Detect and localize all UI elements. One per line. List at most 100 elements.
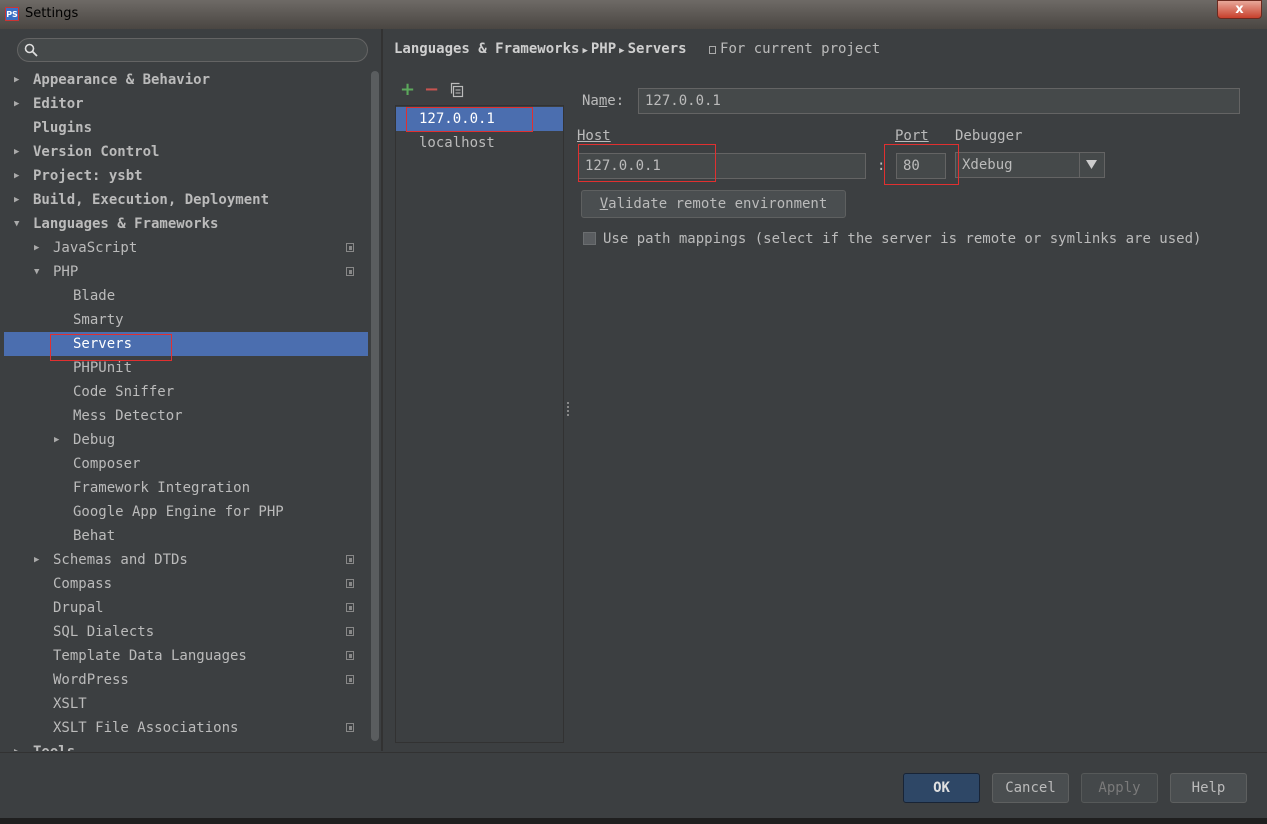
port-field[interactable]: 80 (896, 153, 946, 179)
tree-item-label: Compass (53, 576, 113, 592)
help-button[interactable]: Help (1170, 773, 1247, 803)
path-mappings-label: Use path mappings (select if the server … (603, 231, 1202, 247)
server-name: localhost (419, 135, 495, 151)
tree-item-label: SQL Dialects (53, 624, 155, 640)
chevron-right-icon[interactable]: ▶ (54, 428, 59, 452)
tree-item-label: Schemas and DTDs (53, 552, 188, 568)
tree-item[interactable]: ▼ PHP (4, 260, 368, 284)
apply-button[interactable]: Apply (1081, 773, 1158, 803)
ok-button[interactable]: OK (903, 773, 980, 803)
tree-item-label: Debug (73, 432, 116, 448)
tree-item-label: Editor (33, 96, 84, 112)
dropdown-button[interactable] (1079, 153, 1104, 177)
debugger-label: Debugger (955, 128, 1023, 144)
name-label: Name: (582, 93, 625, 109)
project-scope-icon (346, 243, 354, 252)
breadcrumb: Languages & Frameworks ▶ PHP ▶ Servers For c… (394, 40, 880, 60)
tree-item[interactable]: PHPUnit (4, 356, 368, 380)
tree-item[interactable]: Framework Integration (4, 476, 368, 500)
tree-item[interactable]: XSLT File Associations (4, 716, 368, 740)
tree-item[interactable]: ▶ JavaScript (4, 236, 368, 260)
tree-item-label: PHPUnit (73, 360, 133, 376)
host-field[interactable]: 127.0.0.1 (578, 153, 866, 179)
chevron-right-icon[interactable]: ▶ (34, 236, 39, 260)
breadcrumb-separator: ▶ (619, 46, 625, 56)
tree-item[interactable]: XSLT (4, 692, 368, 716)
tree-item[interactable]: ▶ Build, Execution, Deployment (4, 188, 368, 212)
tree-item-label: Composer (73, 456, 141, 472)
chevron-right-icon[interactable]: ▶ (14, 92, 19, 116)
tree-item-label: Code Sniffer (73, 384, 175, 400)
validate-remote-environment-button[interactable]: Validate remote environment (581, 190, 846, 218)
tree-item[interactable]: Composer (4, 452, 368, 476)
tree-item[interactable]: ▶ Version Control (4, 140, 368, 164)
project-scope-label: For current project (720, 41, 881, 57)
breadcrumb-separator: ▶ (582, 46, 588, 56)
tree-item[interactable]: Drupal (4, 596, 368, 620)
tree-item[interactable]: Template Data Languages (4, 644, 368, 668)
add-server-button[interactable]: + (400, 81, 415, 99)
tree-item-label: Behat (73, 528, 116, 544)
project-scope-icon (346, 723, 354, 732)
remove-server-button[interactable]: − (424, 81, 439, 99)
tree-item-label: Appearance & Behavior (33, 72, 211, 88)
tree-item[interactable]: SQL Dialects (4, 620, 368, 644)
list-resize-handle[interactable] (566, 402, 570, 418)
name-field[interactable]: 127.0.0.1 (638, 88, 1240, 114)
port-label: Port (895, 128, 929, 144)
tree-item-label: Google App Engine for PHP (73, 504, 284, 520)
debugger-select[interactable]: Xdebug (955, 152, 1105, 178)
chevron-down-icon[interactable]: ▼ (14, 212, 19, 236)
tree-item[interactable]: ▶ Project: ysbt (4, 164, 368, 188)
chevron-right-icon[interactable]: ▶ (14, 140, 19, 164)
host-port-colon: : (877, 158, 886, 174)
tree-item[interactable]: Plugins (4, 116, 368, 140)
server-list-item[interactable]: localhost (396, 131, 563, 155)
path-mappings-checkbox[interactable] (583, 232, 596, 245)
tree-item[interactable]: Blade (4, 284, 368, 308)
search-input[interactable] (42, 41, 364, 61)
server-list-item[interactable]: 127.0.0.1 (396, 107, 563, 131)
tree-item-label: Template Data Languages (53, 648, 247, 664)
tree-item[interactable]: Mess Detector (4, 404, 368, 428)
tree-item[interactable]: ▶ Editor (4, 92, 368, 116)
tree-item[interactable]: Servers (4, 332, 368, 356)
tree-item-label: Languages & Frameworks (33, 216, 219, 232)
tree-item-label: Mess Detector (73, 408, 183, 424)
project-scope-icon (346, 651, 354, 660)
tree-item[interactable]: ▶ Schemas and DTDs (4, 548, 368, 572)
chevron-right-icon[interactable]: ▶ (34, 548, 39, 572)
tree-item[interactable]: Code Sniffer (4, 380, 368, 404)
tree-item[interactable]: Behat (4, 524, 368, 548)
tree-item-label: Servers (73, 336, 133, 352)
chevron-right-icon[interactable]: ▶ (14, 740, 19, 751)
sidebar-scrollbar[interactable] (371, 71, 379, 741)
tree-item[interactable]: Compass (4, 572, 368, 596)
tree-item[interactable]: ▶ Appearance & Behavior (4, 68, 368, 92)
breadcrumb-item: PHP (590, 41, 617, 57)
tree-item-label: Blade (73, 288, 116, 304)
chevron-right-icon[interactable]: ▶ (14, 68, 19, 92)
tree-item[interactable]: WordPress (4, 668, 368, 692)
tree-item-label: Smarty (73, 312, 124, 328)
tree-item-label: Plugins (33, 120, 93, 136)
settings-search[interactable] (17, 38, 368, 62)
tree-item-label: Build, Execution, Deployment (33, 192, 270, 208)
copy-icon[interactable] (449, 82, 465, 98)
chevron-right-icon[interactable]: ▶ (14, 164, 19, 188)
close-window-button[interactable]: x (1217, 0, 1262, 19)
cancel-button[interactable]: Cancel (992, 773, 1069, 803)
tree-item[interactable]: Smarty (4, 308, 368, 332)
tree-item[interactable]: ▼ Languages & Frameworks (4, 212, 368, 236)
settings-sidebar: ▶ Appearance & Behavior ▶ Editor Plugins ▶ Ver… (4, 29, 381, 751)
project-scope-icon (346, 603, 354, 612)
chevron-right-icon[interactable]: ▶ (14, 188, 19, 212)
tree-item-label: Project: ysbt (33, 168, 143, 184)
window-title: Settings (25, 6, 79, 21)
tree-item[interactable]: Google App Engine for PHP (4, 500, 368, 524)
debugger-value: Xdebug (962, 157, 1013, 173)
panel-splitter[interactable] (381, 29, 383, 751)
chevron-down-icon[interactable]: ▼ (34, 260, 39, 284)
tree-item[interactable]: ▶ Debug (4, 428, 368, 452)
tree-item[interactable]: ▶ Tools (4, 740, 368, 751)
